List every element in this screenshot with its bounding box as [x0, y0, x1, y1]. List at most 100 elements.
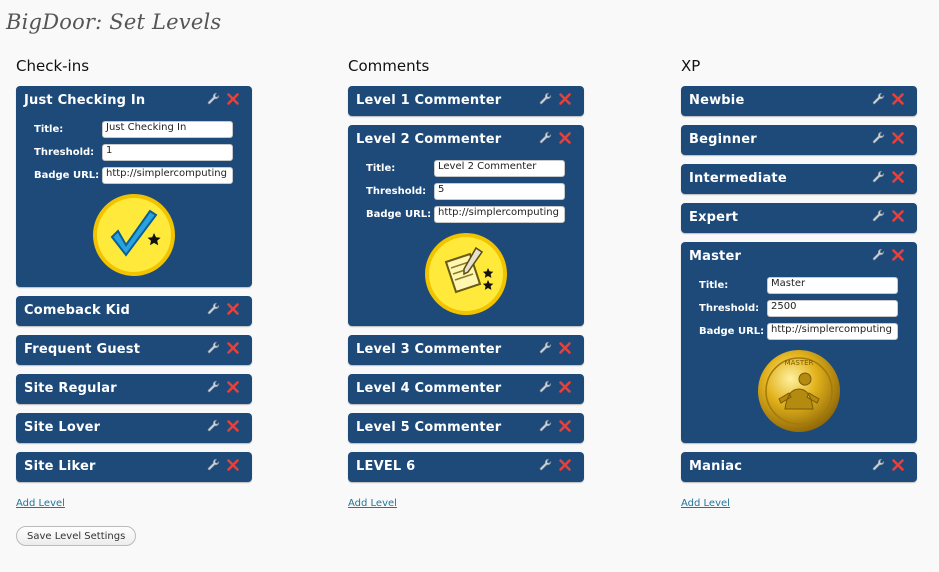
- badge-url-label: Badge URL:: [366, 209, 432, 220]
- level-name: Site Regular: [24, 381, 117, 396]
- save-level-settings-button[interactable]: Save Level Settings: [16, 526, 137, 546]
- wrench-icon[interactable]: [539, 131, 553, 145]
- delete-x-icon[interactable]: [558, 458, 572, 472]
- delete-x-icon[interactable]: [226, 302, 240, 316]
- delete-x-icon[interactable]: [558, 131, 572, 145]
- delete-x-icon[interactable]: [891, 209, 905, 223]
- level-header[interactable]: Level 5 Commenter: [348, 413, 584, 443]
- level-header[interactable]: Level 1 Commenter: [348, 86, 584, 116]
- wrench-icon[interactable]: [207, 380, 221, 394]
- wrench-icon[interactable]: [207, 341, 221, 355]
- delete-x-icon[interactable]: [226, 341, 240, 355]
- add-level-link[interactable]: Add Level: [681, 498, 730, 509]
- level-panel: Level 4 Commenter: [348, 374, 584, 404]
- threshold-label: Threshold:: [699, 303, 760, 314]
- level-panel: Level 1 Commenter: [348, 86, 584, 116]
- level-header[interactable]: Site Regular: [16, 374, 252, 404]
- delete-x-icon[interactable]: [891, 458, 905, 472]
- medal-text: MASTER: [785, 359, 814, 367]
- delete-x-icon[interactable]: [558, 380, 572, 394]
- title-input[interactable]: Master: [767, 277, 898, 294]
- threshold-input[interactable]: 1: [102, 144, 233, 161]
- delete-x-icon[interactable]: [891, 248, 905, 262]
- add-level-link[interactable]: Add Level: [348, 498, 397, 509]
- level-name: Newbie: [689, 93, 745, 108]
- level-name: Beginner: [689, 132, 757, 147]
- delete-x-icon[interactable]: [226, 419, 240, 433]
- level-name: Frequent Guest: [24, 342, 141, 357]
- level-name: Master: [689, 249, 742, 264]
- wrench-icon[interactable]: [872, 458, 886, 472]
- level-header[interactable]: Comeback Kid: [16, 296, 252, 326]
- delete-x-icon[interactable]: [891, 131, 905, 145]
- level-header[interactable]: LEVEL 6: [348, 452, 584, 482]
- delete-x-icon[interactable]: [558, 419, 572, 433]
- level-panel: Master Title: Master Threshold: 2500 Badge…: [681, 242, 917, 443]
- threshold-label: Threshold:: [366, 186, 427, 197]
- wrench-icon[interactable]: [872, 170, 886, 184]
- title-input[interactable]: Just Checking In: [102, 121, 233, 138]
- level-name: Maniac: [689, 459, 743, 474]
- badge-url-input[interactable]: http://simplercomputing: [434, 206, 565, 223]
- badge-url-label: Badge URL:: [34, 170, 100, 181]
- delete-x-icon[interactable]: [226, 380, 240, 394]
- wrench-icon[interactable]: [539, 92, 553, 106]
- threshold-input[interactable]: 5: [434, 183, 565, 200]
- delete-x-icon[interactable]: [891, 92, 905, 106]
- level-header[interactable]: Newbie: [681, 86, 917, 116]
- badge-url-input[interactable]: http://simplercomputing: [102, 167, 233, 184]
- notepad-badge-icon: [425, 233, 507, 315]
- level-header[interactable]: Just Checking In: [16, 86, 252, 116]
- delete-x-icon[interactable]: [558, 92, 572, 106]
- level-header[interactable]: Expert: [681, 203, 917, 233]
- level-header[interactable]: Beginner: [681, 125, 917, 155]
- badge-url-input[interactable]: http://simplercomputing: [767, 323, 898, 340]
- level-header[interactable]: Master: [681, 242, 917, 272]
- wrench-icon[interactable]: [539, 341, 553, 355]
- wrench-icon[interactable]: [207, 302, 221, 316]
- level-name: Expert: [689, 210, 739, 225]
- wrench-icon[interactable]: [539, 458, 553, 472]
- wrench-icon[interactable]: [207, 419, 221, 433]
- level-name: Level 1 Commenter: [356, 93, 502, 108]
- level-header[interactable]: Maniac: [681, 452, 917, 482]
- wrench-icon[interactable]: [207, 92, 221, 106]
- level-panel: Site Liker: [16, 452, 252, 482]
- level-header[interactable]: Level 4 Commenter: [348, 374, 584, 404]
- add-level-link[interactable]: Add Level: [16, 498, 65, 509]
- column-comments: Comments Level 1 Commenter Level 2 Comme…: [348, 55, 584, 510]
- level-panel: Site Regular: [16, 374, 252, 404]
- column-heading: XP: [681, 57, 701, 75]
- wrench-icon[interactable]: [872, 209, 886, 223]
- title-input[interactable]: Level 2 Commenter: [434, 160, 565, 177]
- wrench-icon[interactable]: [207, 458, 221, 472]
- wrench-icon[interactable]: [539, 419, 553, 433]
- level-name: Just Checking In: [24, 93, 146, 108]
- level-header[interactable]: Level 3 Commenter: [348, 335, 584, 365]
- level-panel: LEVEL 6: [348, 452, 584, 482]
- level-panel: Beginner: [681, 125, 917, 155]
- level-header[interactable]: Site Lover: [16, 413, 252, 443]
- level-panel: Maniac: [681, 452, 917, 482]
- wrench-icon[interactable]: [872, 248, 886, 262]
- level-header[interactable]: Level 2 Commenter: [348, 125, 584, 155]
- checkmark-badge-icon: [93, 194, 175, 276]
- wrench-icon[interactable]: [872, 131, 886, 145]
- level-header[interactable]: Intermediate: [681, 164, 917, 194]
- delete-x-icon[interactable]: [891, 170, 905, 184]
- level-header[interactable]: Site Liker: [16, 452, 252, 482]
- column-heading: Check-ins: [16, 57, 90, 75]
- delete-x-icon[interactable]: [558, 341, 572, 355]
- level-header[interactable]: Frequent Guest: [16, 335, 252, 365]
- wrench-icon[interactable]: [872, 92, 886, 106]
- badge-url-label: Badge URL:: [699, 326, 765, 337]
- wrench-icon[interactable]: [539, 380, 553, 394]
- level-name: Level 4 Commenter: [356, 381, 502, 396]
- level-panel: Level 3 Commenter: [348, 335, 584, 365]
- delete-x-icon[interactable]: [226, 92, 240, 106]
- column-heading: Comments: [348, 57, 430, 75]
- level-edit-form: Title: Just Checking In Threshold: 1 Badge…: [16, 116, 252, 287]
- threshold-label: Threshold:: [34, 147, 95, 158]
- delete-x-icon[interactable]: [226, 458, 240, 472]
- threshold-input[interactable]: 2500: [767, 300, 898, 317]
